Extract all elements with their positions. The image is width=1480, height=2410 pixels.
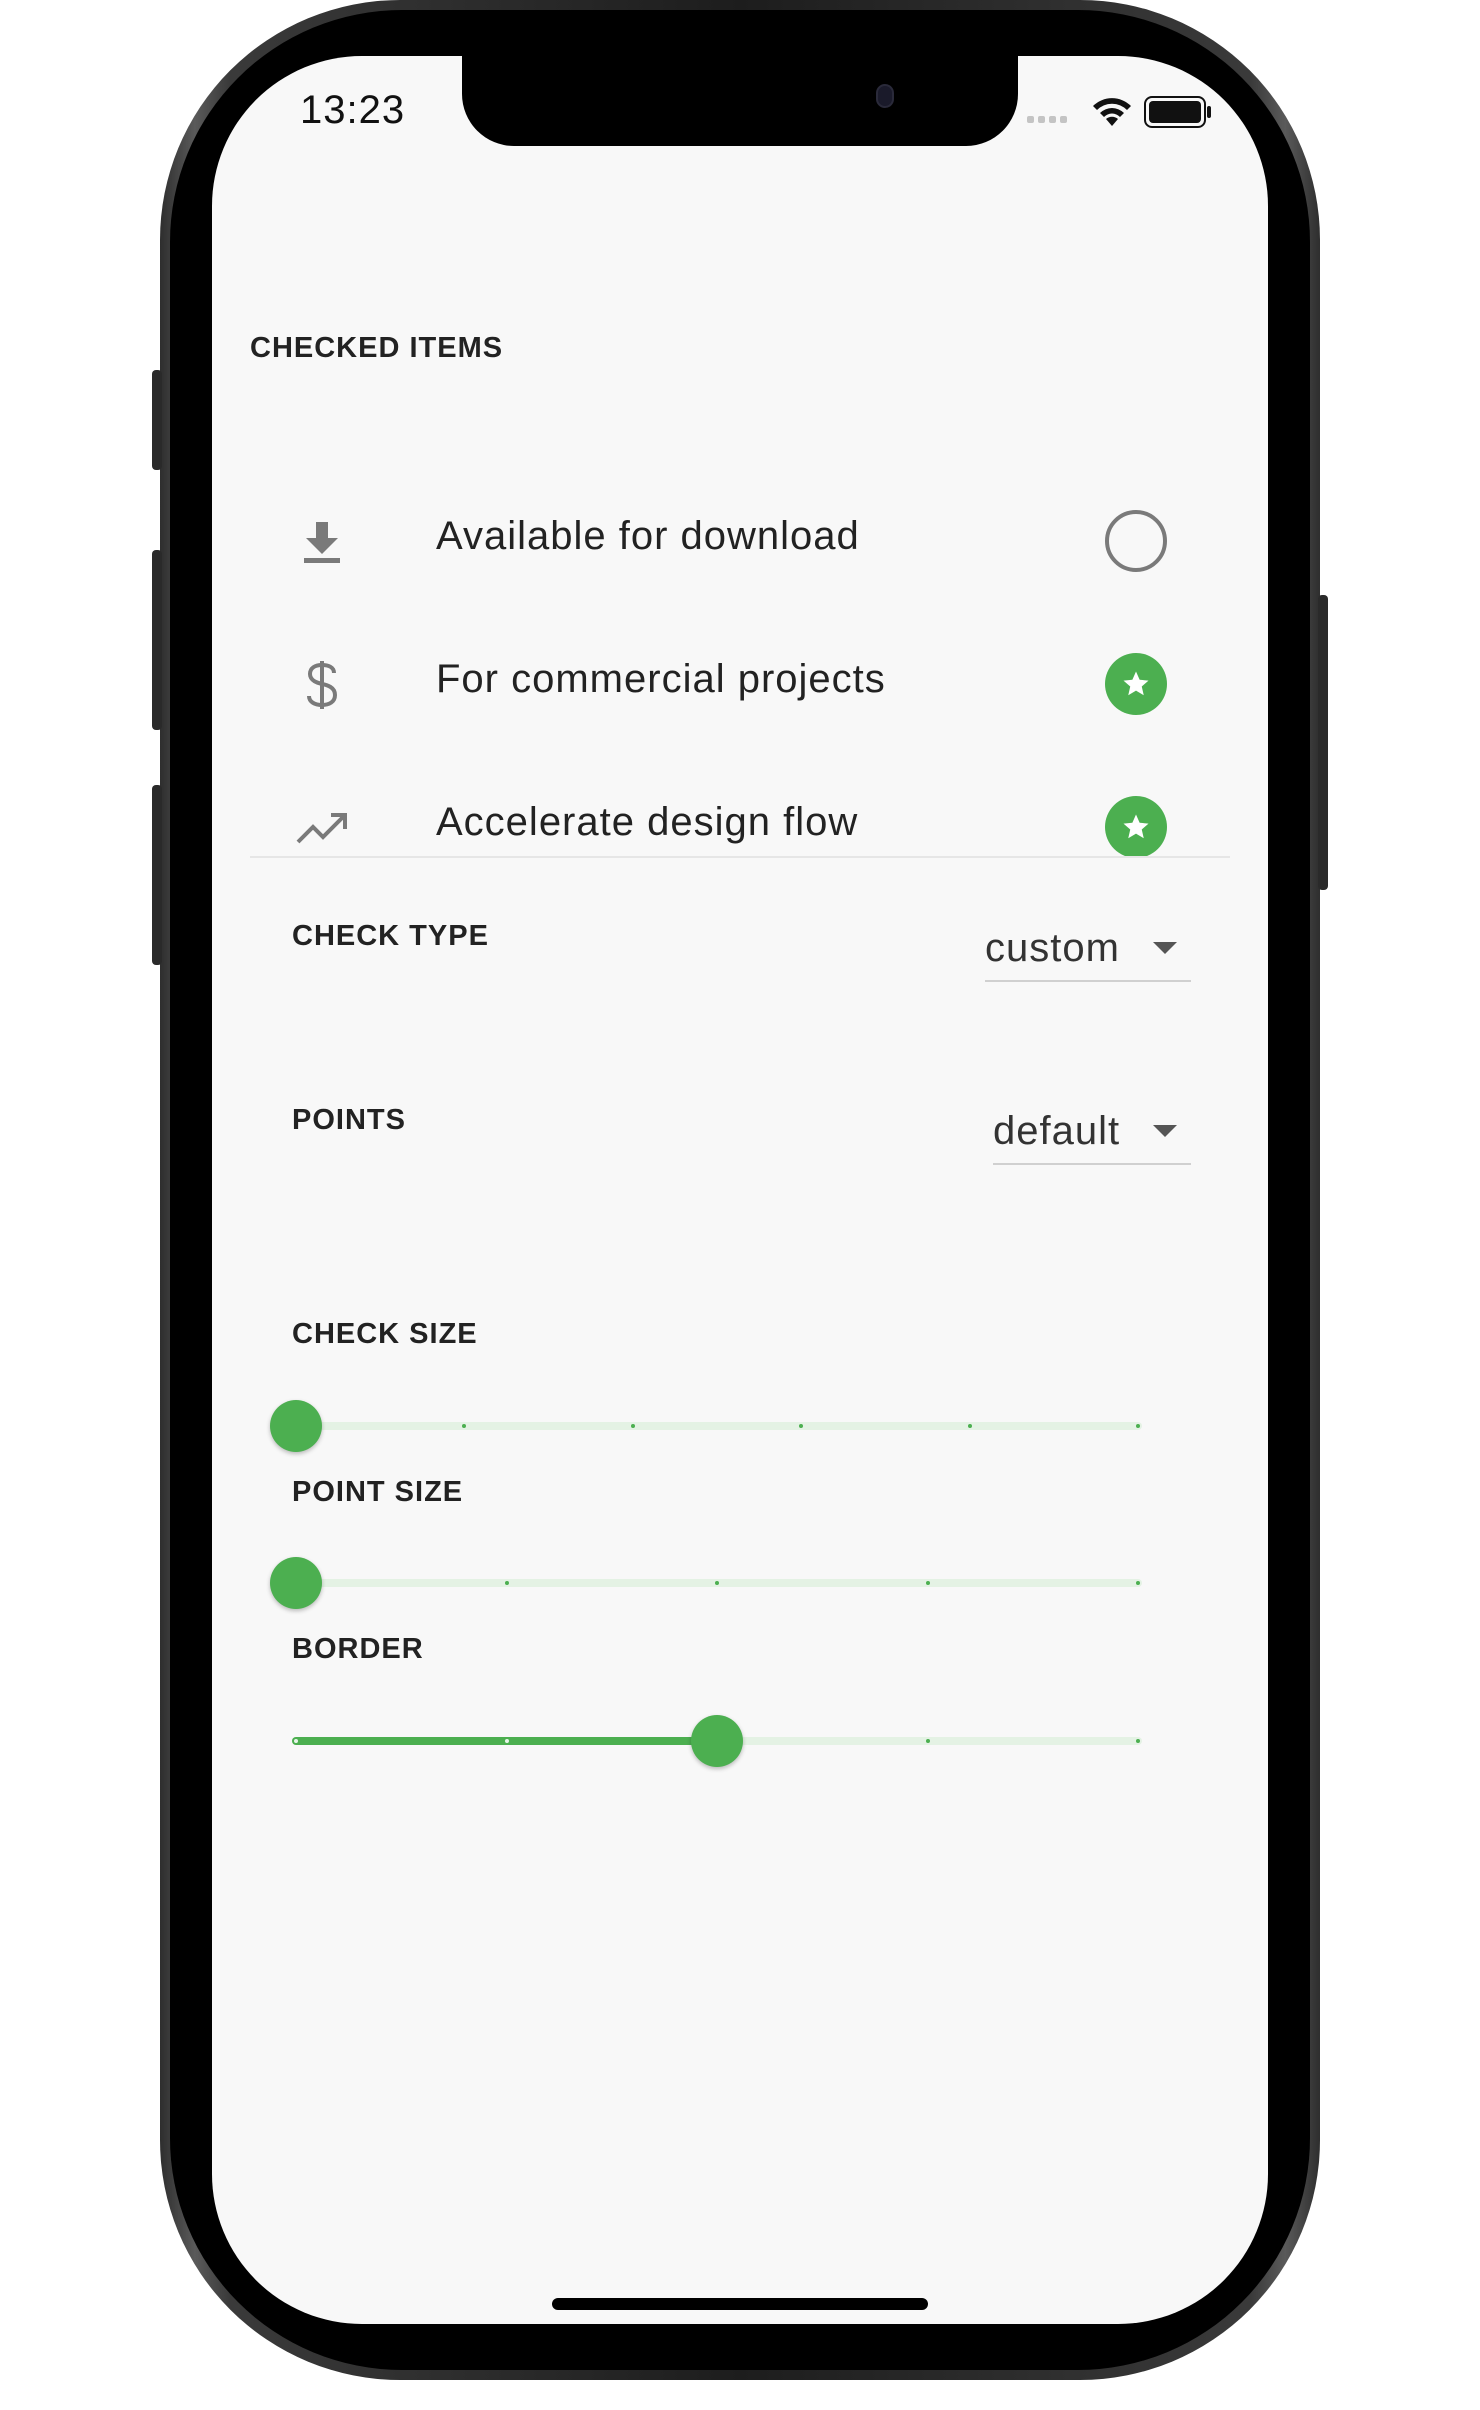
list-item[interactable]: Accelerate design flow [212, 754, 1268, 894]
volume-down-button [152, 785, 162, 965]
item-label: For commercial projects [436, 657, 886, 701]
checked-items-title: CHECKED ITEMS [250, 332, 504, 364]
trending-up-icon [294, 800, 350, 856]
points-value: default [993, 1109, 1121, 1153]
chevron-down-icon [1153, 1125, 1177, 1137]
slider-tick [630, 1424, 635, 1428]
list-item[interactable]: Available for download [212, 468, 1268, 608]
border-label: BORDER [292, 1633, 424, 1665]
slider-tick [504, 1739, 509, 1743]
app-screen: 13:23 CHECKED ITEMS Available for downlo… [212, 56, 1268, 2324]
list-item[interactable]: For commercial projects [212, 611, 1268, 751]
point-size-slider[interactable] [270, 1553, 1142, 1613]
front-camera [876, 84, 894, 108]
download-icon [294, 514, 350, 570]
slider-tick [504, 1581, 509, 1585]
slider-tick [1136, 1424, 1140, 1428]
notch [462, 56, 1018, 146]
home-indicator [552, 2298, 928, 2310]
slider-tick [925, 1581, 930, 1585]
checked-star[interactable] [1105, 796, 1167, 858]
wifi-icon [1093, 98, 1131, 126]
slider-track[interactable] [292, 1422, 1142, 1430]
slider-thumb[interactable] [270, 1557, 322, 1609]
points-label: POINTS [292, 1104, 406, 1136]
silent-switch [152, 370, 162, 470]
item-label: Available for download [436, 514, 860, 558]
checked-star[interactable] [1105, 653, 1167, 715]
slider-tick [1136, 1739, 1140, 1743]
border-slider[interactable] [292, 1711, 1142, 1771]
status-time: 13:23 [300, 88, 406, 132]
cellular-signal-icon [1027, 116, 1067, 123]
battery-icon [1144, 96, 1211, 128]
item-label: Accelerate design flow [436, 800, 859, 844]
check-type-dropdown[interactable]: custom [985, 922, 1191, 982]
slider-tick [294, 1739, 298, 1743]
power-button [1318, 595, 1328, 890]
check-type-value: custom [985, 926, 1120, 970]
check-size-label: CHECK SIZE [292, 1318, 478, 1350]
star-icon [1123, 671, 1149, 696]
slider-thumb[interactable] [270, 1400, 322, 1452]
star-icon [1123, 814, 1149, 839]
point-size-label: POINT SIZE [292, 1476, 464, 1508]
dollar-icon [294, 657, 350, 713]
unchecked-radio[interactable] [1105, 510, 1167, 572]
slider-tick [1136, 1581, 1140, 1585]
slider-tick [925, 1739, 930, 1743]
check-size-slider[interactable] [270, 1396, 1142, 1456]
slider-thumb[interactable] [691, 1715, 743, 1767]
check-type-label: CHECK TYPE [292, 920, 489, 952]
chevron-down-icon [1153, 942, 1177, 954]
slider-tick [715, 1581, 719, 1585]
volume-up-button [152, 550, 162, 730]
points-dropdown[interactable]: default [993, 1105, 1191, 1165]
section-divider [250, 856, 1230, 858]
slider-tick [967, 1424, 972, 1428]
